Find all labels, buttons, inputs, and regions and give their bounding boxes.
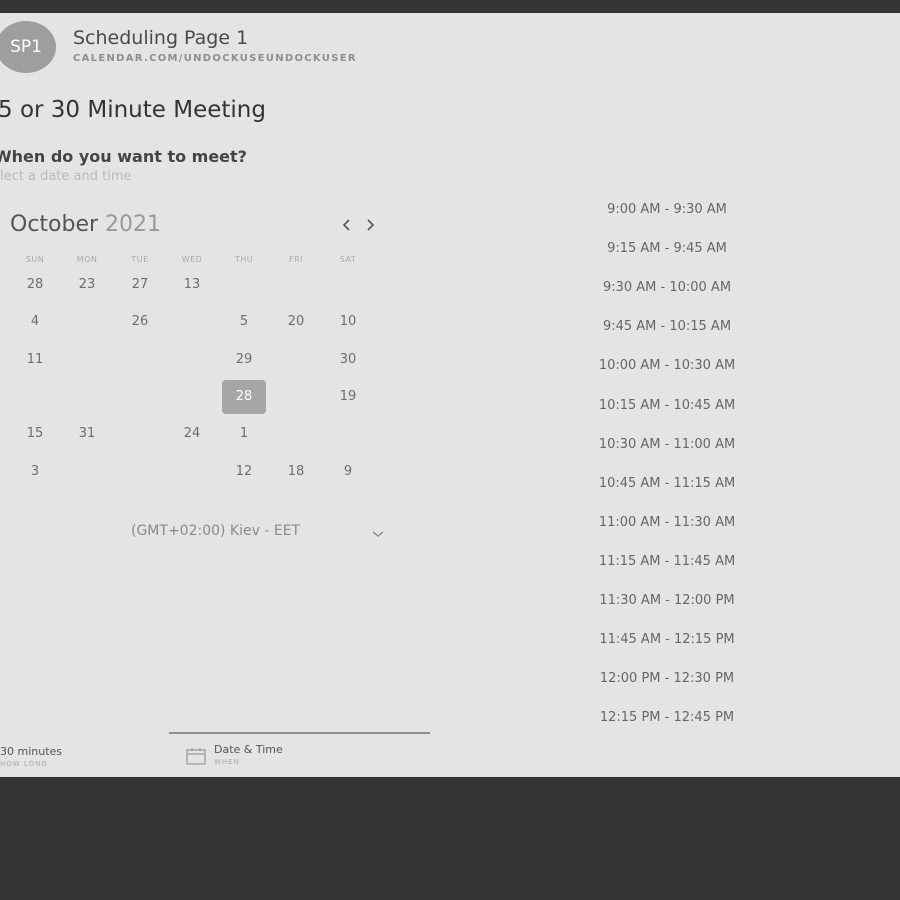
- time-slot[interactable]: 11:45 AM - 12:15 PM: [580, 625, 754, 655]
- time-slot[interactable]: 11:30 AM - 12:00 PM: [580, 586, 754, 616]
- avatar: SP1: [0, 21, 56, 73]
- duration-caption: HOW LONG: [0, 760, 48, 768]
- calendar-day[interactable]: 20: [274, 305, 318, 339]
- time-slot[interactable]: 10:00 AM - 10:30 AM: [580, 351, 754, 381]
- time-slot[interactable]: 12:00 PM - 12:30 PM: [580, 664, 754, 694]
- calendar-day[interactable]: 31: [65, 417, 109, 451]
- time-slot[interactable]: 11:00 AM - 11:30 AM: [580, 508, 754, 538]
- prev-month-button[interactable]: [339, 216, 355, 235]
- calendar-day[interactable]: 26: [118, 305, 162, 339]
- calendar-year: 2021: [105, 212, 162, 237]
- weekday-label: THU: [234, 255, 254, 264]
- calendar-day[interactable]: 10: [326, 305, 370, 339]
- calendar-icon: [186, 747, 206, 769]
- weekday-label: SUN: [25, 255, 45, 264]
- calendar-day[interactable]: 11: [13, 343, 57, 377]
- calendar-day[interactable]: 13: [170, 268, 214, 302]
- calendar-day[interactable]: 24: [170, 417, 214, 451]
- calendar-day[interactable]: 12: [222, 455, 266, 489]
- calendar-day[interactable]: 5: [222, 305, 266, 339]
- calendar-day[interactable]: 23: [65, 268, 109, 302]
- time-slot[interactable]: 12:15 PM - 12:45 PM: [580, 703, 754, 733]
- calendar-day[interactable]: 15: [13, 417, 57, 451]
- calendar-day-selected[interactable]: 28: [222, 380, 266, 414]
- time-slot[interactable]: 10:15 AM - 10:45 AM: [580, 391, 754, 421]
- datetime-step-label[interactable]: Date & Time: [214, 743, 283, 756]
- chevron-left-icon: [342, 219, 350, 231]
- calendar-day[interactable]: 1: [222, 417, 266, 451]
- calendar-day[interactable]: 9: [326, 455, 370, 489]
- time-slot[interactable]: 9:15 AM - 9:45 AM: [580, 234, 754, 264]
- calendar-day[interactable]: 3: [13, 455, 57, 489]
- time-slot[interactable]: 10:30 AM - 11:00 AM: [580, 430, 754, 460]
- weekday-label: WED: [181, 255, 203, 264]
- time-slot[interactable]: 10:45 AM - 11:15 AM: [580, 469, 754, 499]
- page-title: Scheduling Page 1: [73, 27, 249, 49]
- calendar-day[interactable]: 30: [326, 343, 370, 377]
- calendar-day[interactable]: 19: [326, 380, 370, 414]
- time-slot[interactable]: 9:45 AM - 10:15 AM: [580, 312, 754, 342]
- time-slot[interactable]: 9:00 AM - 9:30 AM: [580, 195, 754, 225]
- calendar-day[interactable]: 28: [13, 268, 57, 302]
- meeting-question: When do you want to meet?: [0, 147, 247, 166]
- calendar-day[interactable]: 27: [118, 268, 162, 302]
- calendar-day[interactable]: 29: [222, 343, 266, 377]
- scheduling-panel: SP1 Scheduling Page 1 CALENDAR.COM/UNDOC…: [0, 13, 900, 777]
- weekday-label: FRI: [288, 255, 304, 264]
- weekday-label: TUE: [131, 255, 149, 264]
- datetime-step-caption: WHEN: [214, 758, 240, 766]
- weekday-label: MON: [76, 255, 98, 264]
- chevron-down-icon: [372, 531, 384, 537]
- meeting-title: 5 or 30 Minute Meeting: [0, 97, 266, 123]
- calendar-day[interactable]: 18: [274, 455, 318, 489]
- time-slot[interactable]: 9:30 AM - 10:00 AM: [580, 273, 754, 303]
- chevron-right-icon: [367, 219, 375, 231]
- weekday-label: SAT: [339, 255, 357, 264]
- calendar-month: October: [10, 212, 99, 237]
- calendar-day[interactable]: 4: [13, 305, 57, 339]
- timezone-select[interactable]: (GMT+02:00) Kiev - EET: [131, 523, 300, 539]
- duration-value: 30 minutes: [0, 745, 63, 758]
- time-slot[interactable]: 11:15 AM - 11:45 AM: [580, 547, 754, 577]
- next-month-button[interactable]: [362, 216, 378, 235]
- calendar-month-label: October 2021: [10, 212, 161, 237]
- timezone-dropdown-button[interactable]: [371, 524, 385, 543]
- meeting-hint: elect a date and time: [0, 169, 132, 184]
- page-url: CALENDAR.COM/UNDOCKUSEUNDOCKUSER: [73, 53, 357, 64]
- step-progress-bar: [169, 732, 430, 734]
